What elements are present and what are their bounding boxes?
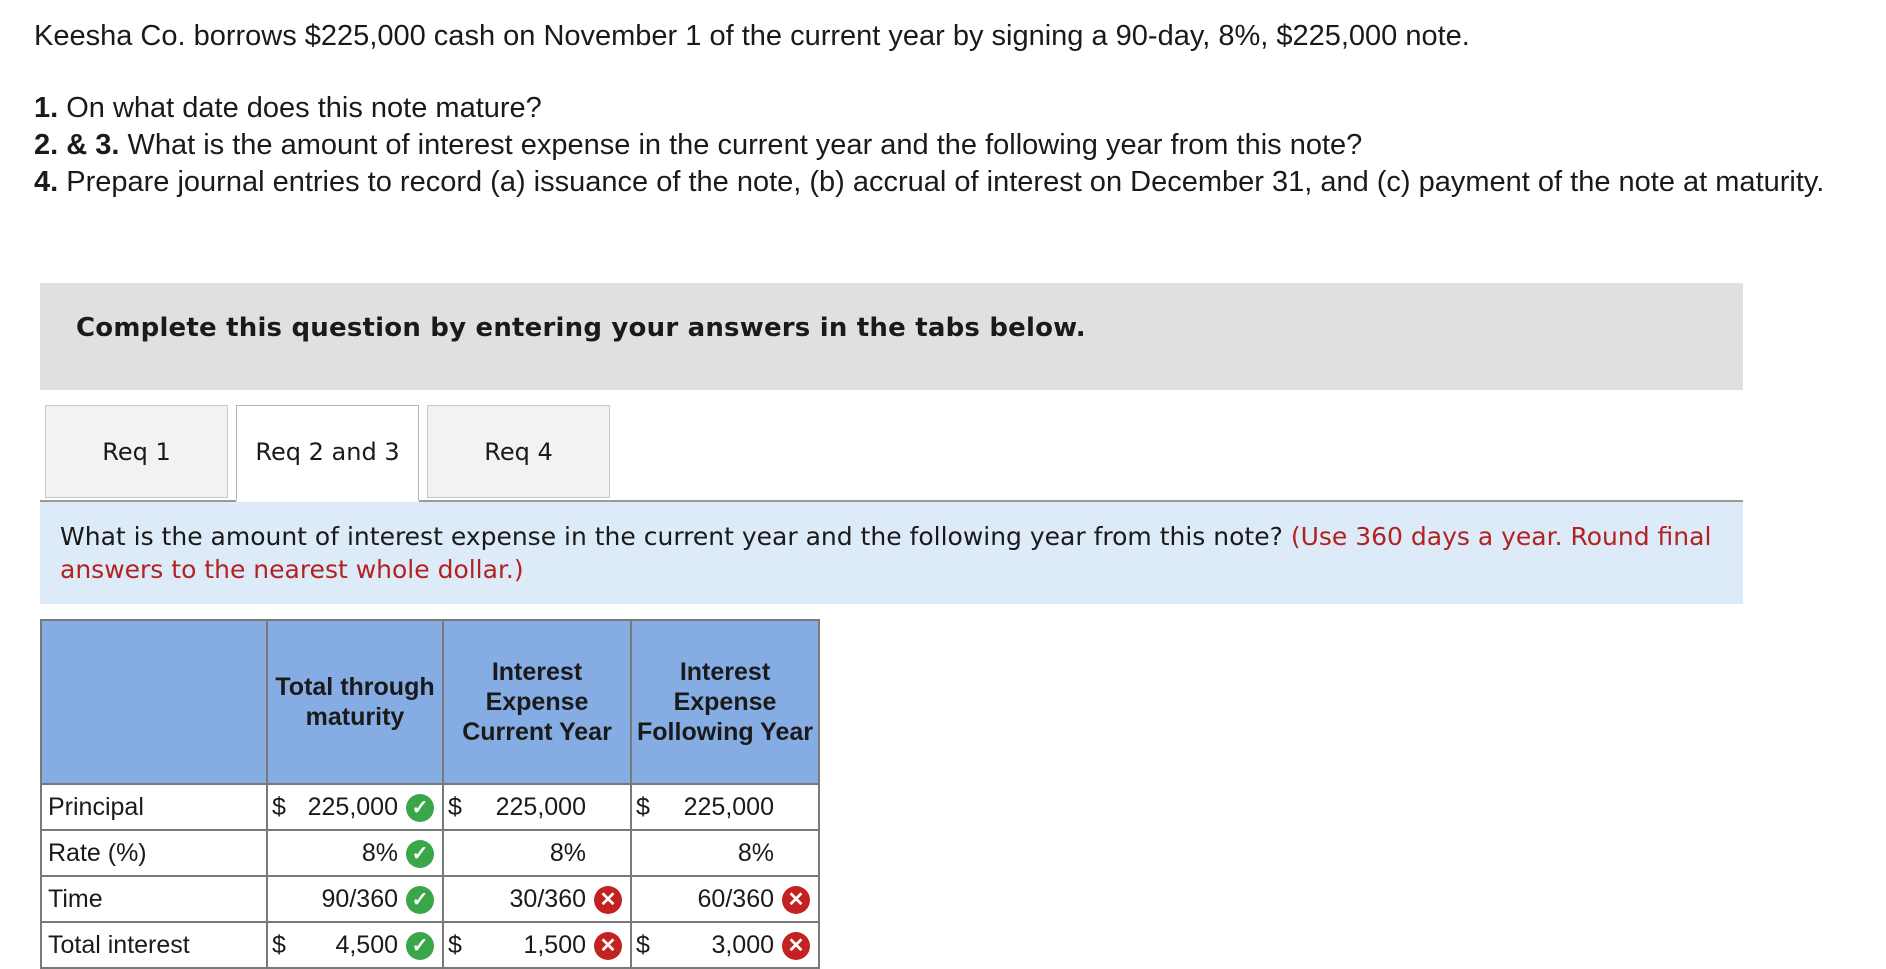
rate-following-cell[interactable]: 8% — [630, 829, 820, 877]
interest-table: Total through maturity Interest Expense … — [40, 619, 820, 969]
time-current-value[interactable]: 30/360 — [510, 885, 586, 914]
interest-current-cell[interactable]: $ 1,500 ✕ — [442, 921, 632, 969]
principal-following-value[interactable]: 225,000 — [684, 793, 774, 822]
principal-current-cell[interactable]: $ 225,000 — [442, 783, 632, 831]
dollar-sign: $ — [636, 793, 650, 821]
interest-following-value[interactable]: 3,000 — [711, 931, 774, 960]
x-circle-icon: ✕ — [594, 932, 622, 960]
dollar-sign: $ — [272, 793, 286, 821]
rate-current-cell[interactable]: 8% — [442, 829, 632, 877]
dollar-sign: $ — [636, 931, 650, 959]
row-label-rate: Rate (%) — [40, 829, 268, 877]
x-circle-icon: ✕ — [594, 886, 622, 914]
rate-total-value[interactable]: 8% — [362, 839, 398, 868]
dollar-sign: $ — [272, 931, 286, 959]
table-row: Time 90/360 ✓ 30/360 ✕ 60/360 ✕ — [40, 875, 820, 923]
table-row: Rate (%) 8% ✓ 8% 8% — [40, 829, 820, 877]
check-circle-icon: ✓ — [406, 932, 434, 960]
problem-intro: Keesha Co. borrows $225,000 cash on Nove… — [34, 20, 1470, 52]
check-circle-icon: ✓ — [406, 886, 434, 914]
question-instruction: What is the amount of interest expense i… — [40, 502, 1743, 604]
time-following-cell[interactable]: 60/360 ✕ — [630, 875, 820, 923]
question-2-3: 2. & 3. What is the amount of interest e… — [34, 129, 1363, 161]
row-label-time: Time — [40, 875, 268, 923]
tab-req-4[interactable]: Req 4 — [427, 405, 610, 498]
rate-total-cell[interactable]: 8% ✓ — [266, 829, 444, 877]
interest-current-value[interactable]: 1,500 — [523, 931, 586, 960]
tab-req-2-and-3[interactable]: Req 2 and 3 — [236, 405, 419, 502]
rate-current-value[interactable]: 8% — [550, 839, 586, 868]
tab-req-1[interactable]: Req 1 — [45, 405, 228, 498]
interest-following-cell[interactable]: $ 3,000 ✕ — [630, 921, 820, 969]
principal-following-cell[interactable]: $ 225,000 — [630, 783, 820, 831]
header-blank — [40, 619, 268, 785]
time-current-cell[interactable]: 30/360 ✕ — [442, 875, 632, 923]
time-total-value[interactable]: 90/360 — [322, 885, 398, 914]
x-circle-icon: ✕ — [782, 886, 810, 914]
table-row: Principal $ 225,000 ✓ $ 225,000 $ 225,00… — [40, 783, 820, 831]
tab-bar: Req 1 Req 2 and 3 Req 4 — [40, 405, 1743, 502]
dollar-sign: $ — [448, 931, 462, 959]
row-label-total-interest: Total interest — [40, 921, 268, 969]
banner-text: Complete this question by entering your … — [76, 313, 1086, 343]
instruction-banner: Complete this question by entering your … — [40, 283, 1743, 390]
row-label-principal: Principal — [40, 783, 268, 831]
principal-current-value[interactable]: 225,000 — [496, 793, 586, 822]
interest-total-cell[interactable]: $ 4,500 ✓ — [266, 921, 444, 969]
dollar-sign: $ — [448, 793, 462, 821]
x-circle-icon: ✕ — [782, 932, 810, 960]
time-total-cell[interactable]: 90/360 ✓ — [266, 875, 444, 923]
principal-total-cell[interactable]: $ 225,000 ✓ — [266, 783, 444, 831]
interest-total-value[interactable]: 4,500 — [335, 931, 398, 960]
question-1: 1. On what date does this note mature? — [34, 92, 542, 124]
check-circle-icon: ✓ — [406, 840, 434, 868]
problem-statement: Keesha Co. borrows $225,000 cash on Nove… — [34, 18, 1854, 201]
table-row: Total interest $ 4,500 ✓ $ 1,500 ✕ $ 3,0… — [40, 921, 820, 969]
header-total-through-maturity: Total through maturity — [266, 619, 444, 785]
principal-total-value[interactable]: 225,000 — [308, 793, 398, 822]
header-interest-current-year: Interest Expense Current Year — [442, 619, 632, 785]
instruction-text: What is the amount of interest expense i… — [60, 522, 1291, 551]
header-row: Total through maturity Interest Expense … — [40, 619, 820, 785]
check-circle-icon: ✓ — [406, 794, 434, 822]
rate-following-value[interactable]: 8% — [738, 839, 774, 868]
time-following-value[interactable]: 60/360 — [698, 885, 774, 914]
question-4: 4. Prepare journal entries to record (a)… — [34, 166, 1825, 198]
header-interest-following-year: Interest Expense Following Year — [630, 619, 820, 785]
